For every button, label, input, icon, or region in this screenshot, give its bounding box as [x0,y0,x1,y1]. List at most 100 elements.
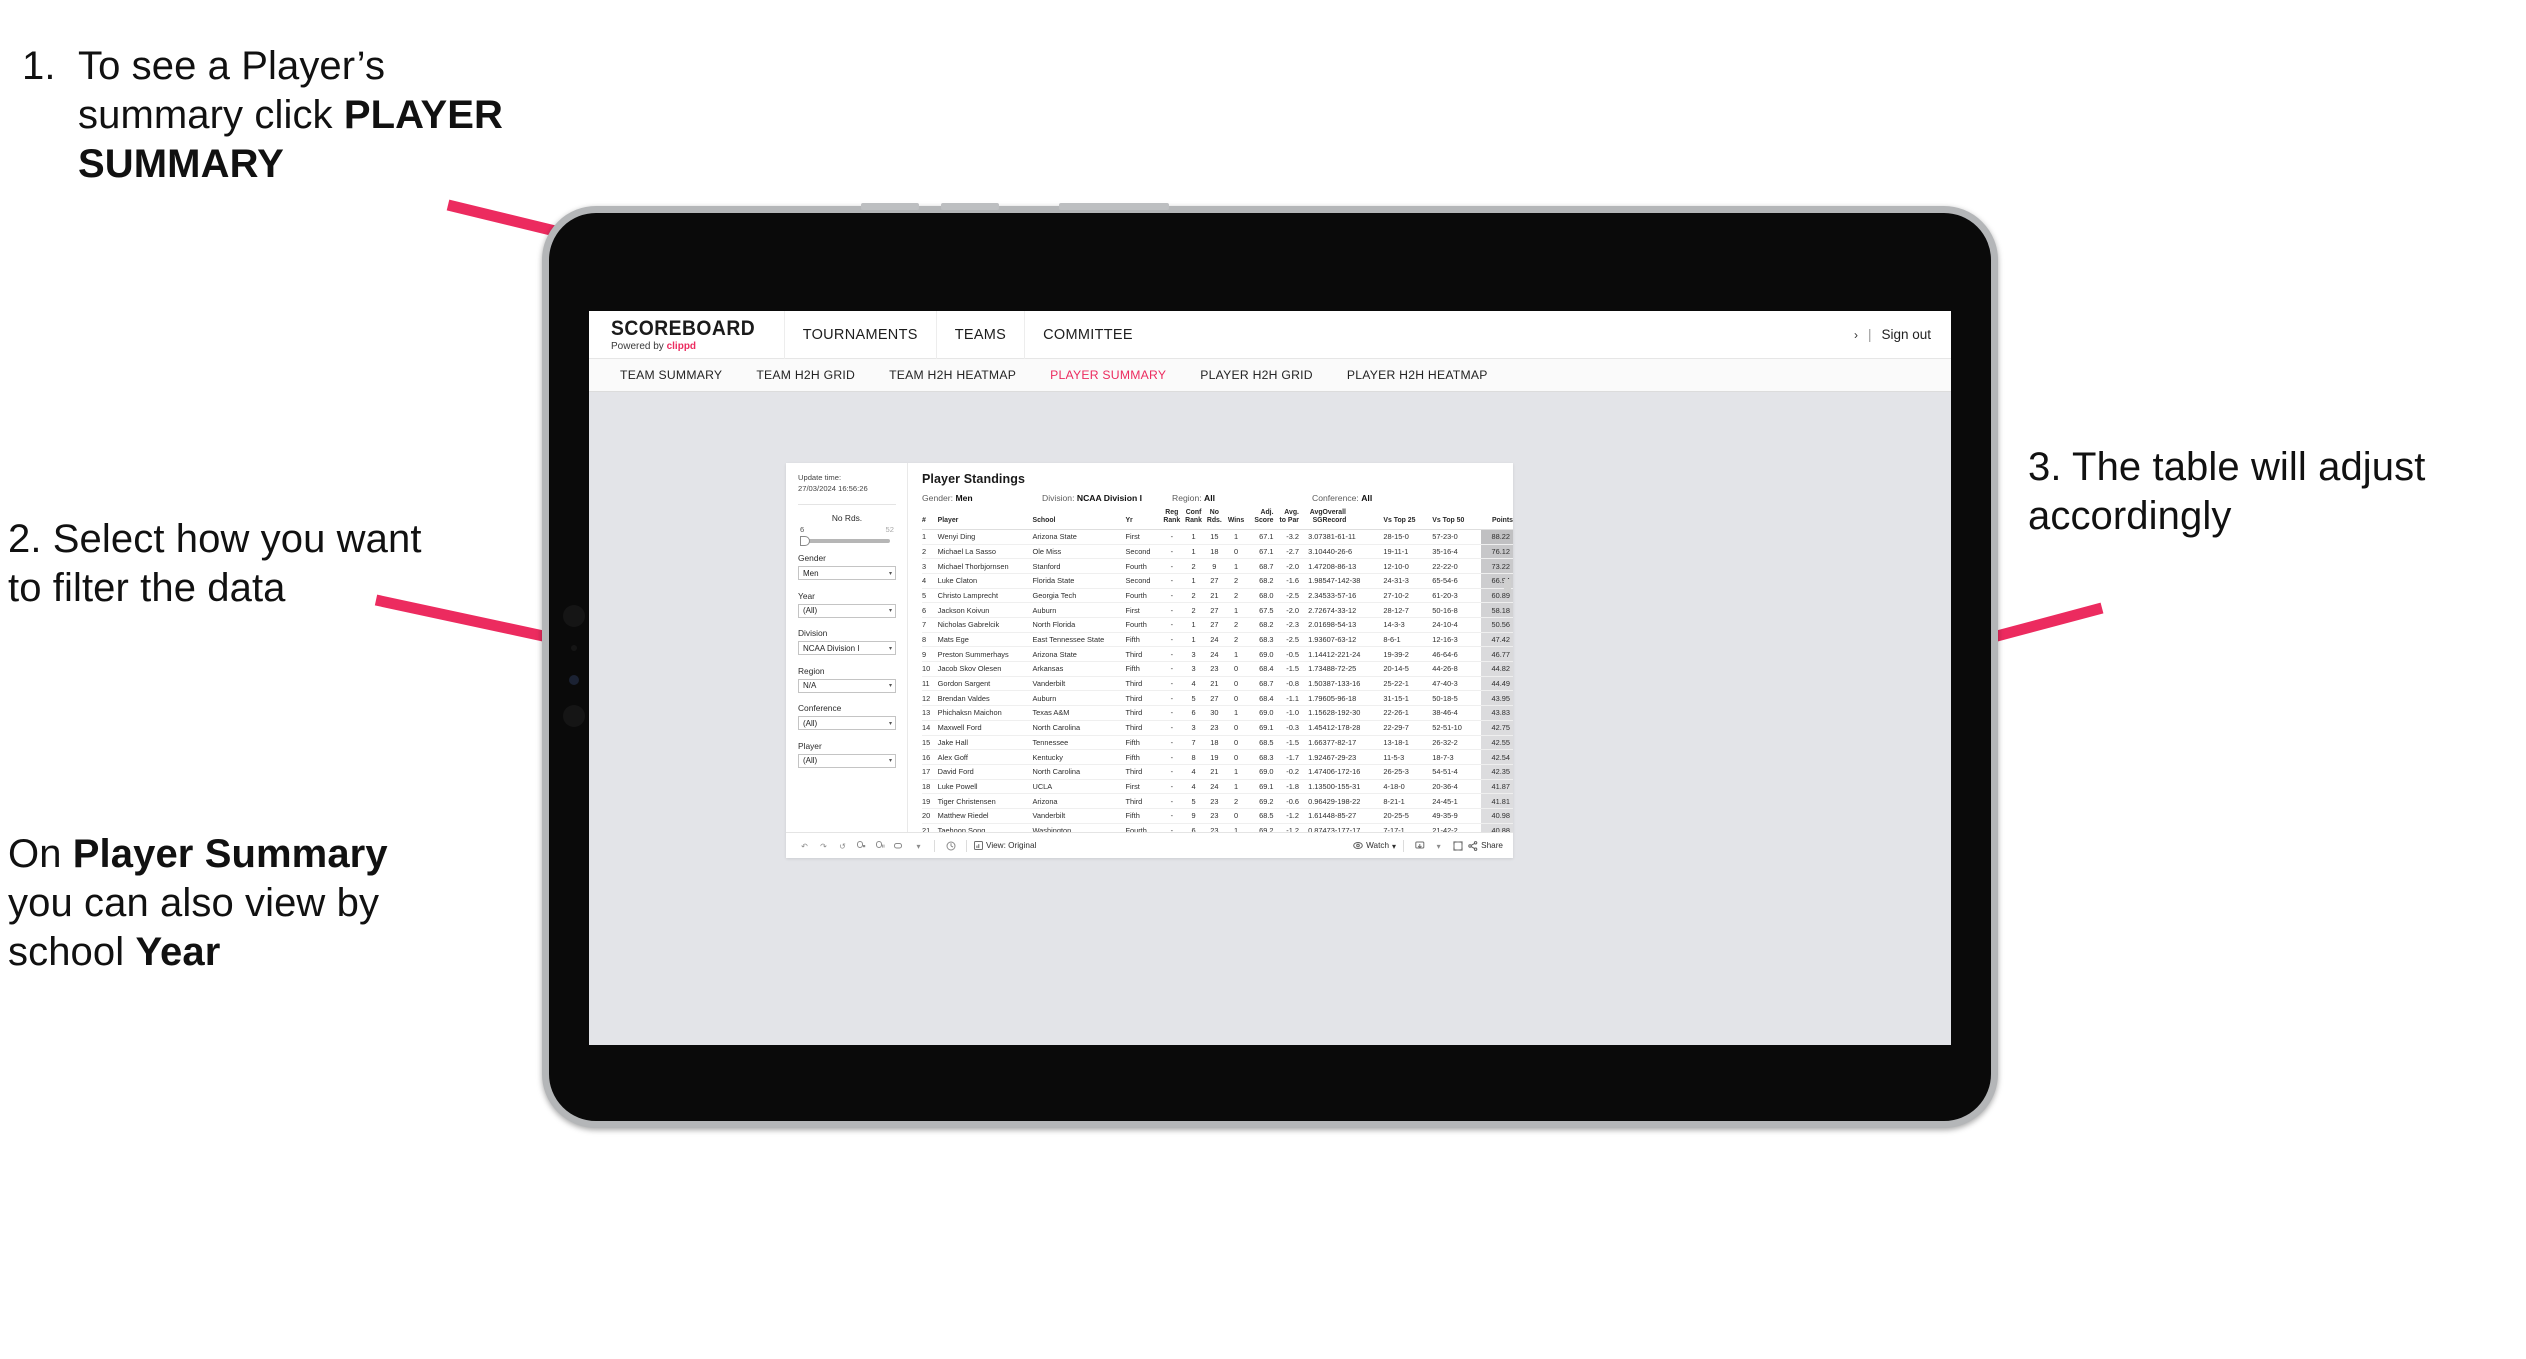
column-header-avg_sg[interactable]: Avg SG [1298,509,1323,530]
revert-icon[interactable]: ↺ [834,837,851,854]
table-row[interactable]: 7 Nicholas Gabrelcik North Florida Fourth -1… [922,617,1513,633]
column-header-avg_par[interactable]: Avg. to Par [1273,509,1299,530]
column-header-player[interactable]: Player [937,509,1033,530]
redo-icon[interactable]: ↷ [815,837,832,854]
tab-player-h2h-heatmap[interactable]: PLAYER H2H HEATMAP [1330,359,1505,392]
table-row[interactable]: 13 Phichaksn Maichon Texas A&M Third -6 30 1 69… [922,705,1513,721]
view-icon [974,841,983,850]
table-row[interactable]: 12 Brendan Valdes Auburn Third -5 27 0 68.4 -1.1… [922,690,1513,707]
table-row[interactable]: 5 Christo Lamprecht Georgia Tech Fourth -2 21… [922,588,1513,604]
chevron-down-icon[interactable]: ▾ [910,837,927,854]
column-header-wins[interactable]: Wins [1224,509,1248,530]
column-header-reg_rank[interactable]: Reg Rank [1160,509,1183,530]
filter-region-select[interactable]: N/A ▾ [798,678,896,693]
table-row[interactable]: 10 Jacob Skov Olesen Arkansas Fifth -3 23 0 68.… [922,661,1513,677]
table-row[interactable]: 3 Michael Thorbjornsen Stanford Fourth -2 9 1 6… [922,558,1513,574]
share-button[interactable]: Share [1468,840,1503,851]
chevron-down-icon[interactable]: ▾ [1430,837,1447,854]
table-row[interactable]: 6 Jackson Koivun Auburn First -2 27 1 67.5 -2.0 2… [922,602,1513,618]
cell-top25: 22-29-7 [1383,720,1433,736]
column-header-points[interactable]: Points [1481,509,1513,530]
cell-conf_rank: 4 [1182,676,1205,692]
cell-no_rds: 21 [1204,764,1225,780]
pause-auto-updates-icon[interactable] [853,837,870,854]
column-header-top25[interactable]: Vs Top 25 [1383,509,1433,530]
column-header-school[interactable]: School [1032,509,1126,530]
table-row[interactable]: 1 Wenyi Ding Arizona State First -1 15 1 67.1 -3… [922,529,1513,545]
tab-player-summary[interactable]: PLAYER SUMMARY [1033,359,1183,392]
cell-top25: 28-12-7 [1383,602,1433,618]
table-row[interactable]: 20 Matthew Riedel Vanderbilt Fifth -9 23 0 68.5… [922,808,1513,824]
cell-top25: 4-18-0 [1383,779,1433,795]
table-row[interactable]: 17 David Ford North Carolina Third -4 21 1 69.0… [922,764,1513,780]
tab-player-h2h-grid[interactable]: PLAYER H2H GRID [1183,359,1330,392]
cell-school: UCLA [1032,779,1126,795]
chevron-right-icon[interactable]: › [1854,328,1858,342]
column-header-rank[interactable]: # [922,509,938,530]
power-button[interactable] [1059,203,1169,210]
dimension-region-label: Region: [1172,493,1202,503]
table-row[interactable]: 4 Luke Claton Florida State Second -1 27 2 68.2… [922,573,1513,589]
scoreboard-logo[interactable]: SCOREBOARD Powered by clippd [589,318,784,352]
filter-player-select[interactable]: (All) ▾ [798,753,896,768]
table-row[interactable]: 16 Alex Goff Kentucky Fifth -8 19 0 68.3 -1.7 1.9… [922,749,1513,765]
no-rounds-slider[interactable] [800,535,890,546]
filter-region-value: N/A [803,681,817,691]
table-row[interactable]: 14 Maxwell Ford North Carolina Third -3 23 0 69… [922,720,1513,736]
volume-up-button[interactable] [861,203,919,210]
column-header-top50[interactable]: Vs Top 50 [1432,509,1482,530]
volume-down-button[interactable] [941,203,999,210]
tab-team-h2h-heatmap[interactable]: TEAM H2H HEATMAP [872,359,1033,392]
resume-auto-updates-icon[interactable] [872,837,889,854]
filter-year-select[interactable]: (All) ▾ [798,603,896,618]
vertical-scrollbar[interactable] [1504,579,1511,593]
filter-gender-select[interactable]: Men ▾ [798,566,896,581]
table-row[interactable]: 18 Luke Powell UCLA First -4 24 1 69.1 -1.8 1.13 5… [922,779,1513,795]
tab-team-summary[interactable]: TEAM SUMMARY [603,359,739,392]
download-icon[interactable] [1411,837,1428,854]
table-row[interactable]: 19 Tiger Christensen Arizona Third -5 23 2 69.2… [922,793,1513,809]
undo-icon[interactable]: ↶ [796,837,813,854]
device-preview-icon[interactable] [891,837,908,854]
cell-avg_par: -0.8 [1273,676,1299,692]
column-header-yr[interactable]: Yr [1125,509,1161,530]
table-row[interactable]: 11 Gordon Sargent Vanderbilt Third -4 21 0 68.7… [922,676,1513,692]
nav-item-tournaments[interactable]: TOURNAMENTS [783,311,936,359]
cell-no_rds: 27 [1204,602,1225,618]
cell-reg_rank: - [1160,779,1183,795]
cell-avg_sg: 1.98 [1298,573,1323,589]
filter-conference-select[interactable]: (All) ▾ [798,716,896,731]
sign-out-button[interactable]: Sign out [1881,327,1931,342]
cell-top25: 12-10-0 [1383,558,1433,574]
table-row[interactable]: 9 Preston Summerhays Arizona State Third -3 2… [922,646,1513,663]
cell-yr: Fifth [1125,661,1161,677]
cell-top50: 50-16-8 [1432,602,1482,618]
cell-top50: 21-42-2 [1432,823,1482,832]
table-row[interactable]: 8 Mats Ege East Tennessee State Fifth -1 24 2 6… [922,632,1513,648]
nav-item-committee[interactable]: COMMITTEE [1024,311,1151,359]
column-header-no_rds[interactable]: No Rds. [1204,509,1225,530]
table-row[interactable]: 2 Michael La Sasso Ole Miss Second -1 18 0 67.1… [922,544,1513,560]
logo-tagline-brand: clippd [666,340,697,352]
table-row[interactable]: 15 Jake Hall Tennessee Fifth -7 18 0 68.5 -1.5 1.… [922,735,1513,751]
cell-wins: 2 [1224,617,1248,633]
slider-handle[interactable] [800,535,810,546]
column-header-record[interactable]: Overall Record [1322,509,1384,530]
fullscreen-icon[interactable] [1449,837,1466,854]
refresh-icon[interactable] [942,837,959,854]
table-scroll-region[interactable]: # Player School Yr Reg Rank Conf Rank No Rds. Wins… [922,503,1513,832]
cell-adj_score: 68.5 [1247,735,1274,751]
view-original-button[interactable]: View: Original [974,841,1036,850]
cell-rank: 19 [922,793,938,809]
column-header-conf_rank[interactable]: Conf Rank [1182,509,1205,530]
cell-school: Auburn [1032,602,1126,618]
cell-adj_score: 69.2 [1247,793,1274,809]
tab-team-h2h-grid[interactable]: TEAM H2H GRID [739,359,872,392]
cell-reg_rank: - [1160,764,1183,780]
column-header-adj_score[interactable]: Adj. Score [1247,509,1274,530]
table-row[interactable]: 21 Taehoon Song Washington Fourth -6 23 1 69.2-… [922,823,1513,832]
cell-reg_rank: - [1160,735,1183,751]
nav-item-teams[interactable]: TEAMS [935,311,1024,359]
watch-button[interactable]: Watch ▾ [1353,841,1396,851]
filter-division-select[interactable]: NCAA Division I ▾ [798,641,896,656]
